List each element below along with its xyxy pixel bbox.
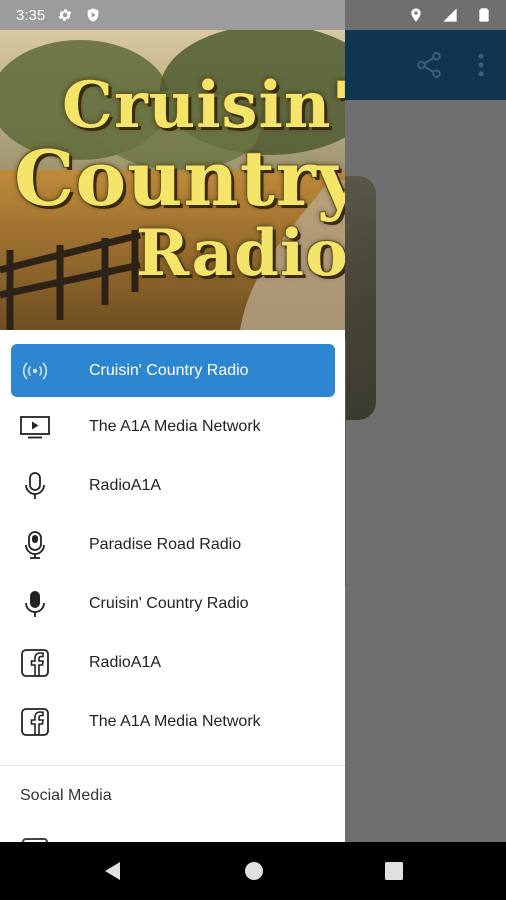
facebook-icon	[18, 646, 52, 680]
menu-item-label: Cruisin' Country Radio	[89, 594, 249, 612]
drawer-header-banner: Cruisin' Country Radio	[0, 30, 345, 330]
station-logo: Cruisin' Country Radio	[0, 30, 345, 330]
menu-item-radioa1a[interactable]: RadioA1A	[0, 456, 345, 515]
drawer-menu: Cruisin' Country Radio The A1A Media Net…	[0, 338, 345, 751]
section-title-social-media: Social Media	[20, 787, 112, 804]
navigation-drawer: Cruisin' Country Radio Cruisin' Country …	[0, 0, 345, 842]
microphone-outline-icon	[18, 469, 52, 503]
menu-item-cruisin-country-radio-2[interactable]: Cruisin' Country Radio	[0, 574, 345, 633]
menu-item-radioa1a-facebook[interactable]: RadioA1A	[0, 633, 345, 692]
logo-text-line-2: Country	[14, 134, 345, 223]
logo-text-line-3: Radio	[136, 216, 345, 291]
recents-icon[interactable]	[382, 859, 406, 883]
menu-divider	[0, 765, 345, 766]
more-options-icon[interactable]	[466, 50, 496, 80]
shield-icon	[87, 8, 99, 22]
menu-item-label: The A1A Media Network	[89, 417, 261, 435]
menu-item-label: RadioA1A	[89, 476, 162, 494]
system-navigation-bar	[0, 842, 506, 900]
menu-item-cruisin-country-radio[interactable]: Cruisin' Country Radio	[11, 344, 335, 397]
tv-play-icon	[18, 410, 52, 444]
status-bar: 3:35	[0, 0, 506, 30]
facebook-icon	[18, 705, 52, 739]
settings-icon	[58, 9, 72, 21]
home-icon[interactable]	[242, 859, 266, 883]
back-icon[interactable]	[101, 859, 125, 883]
menu-item-label: Paradise Road Radio	[89, 535, 242, 553]
signal-icon	[443, 8, 457, 22]
menu-item-a1a-media-network[interactable]: The A1A Media Network	[0, 397, 345, 456]
logo-text-line-1: Cruisin'	[62, 68, 345, 143]
podcast-mic-icon	[18, 528, 52, 562]
status-time: 3:35	[16, 6, 46, 24]
menu-item-label: RadioA1A	[89, 653, 162, 671]
location-icon	[411, 8, 421, 22]
battery-icon	[479, 8, 489, 22]
microphone-icon	[18, 587, 52, 621]
menu-item-label: Cruisin' Country Radio	[89, 361, 249, 379]
radio-broadcast-icon	[18, 354, 52, 388]
menu-item-label: The A1A Media Network	[89, 712, 261, 730]
share-icon[interactable]	[414, 50, 444, 80]
menu-item-paradise-road-radio[interactable]: Paradise Road Radio	[0, 515, 345, 574]
menu-item-a1a-media-network-facebook[interactable]: The A1A Media Network	[0, 692, 345, 751]
